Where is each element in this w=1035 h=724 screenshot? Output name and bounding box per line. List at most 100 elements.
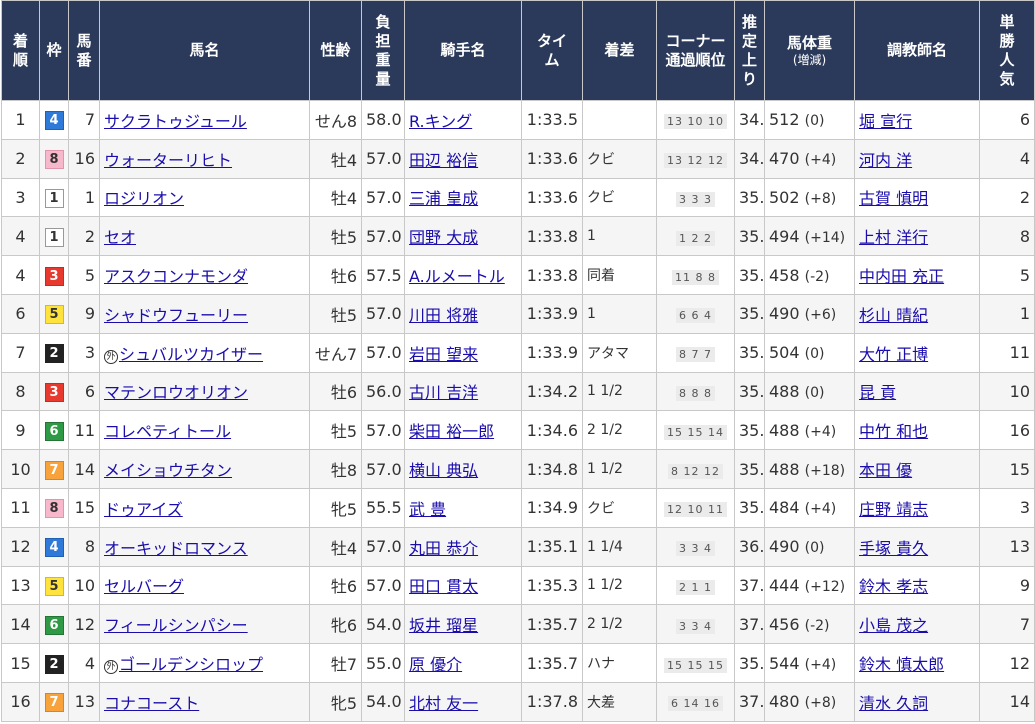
horse-name-link[interactable]: シュバルツカイザー bbox=[119, 345, 263, 364]
header-trainer[interactable]: 調教師名 bbox=[854, 0, 980, 101]
trainer-name-link[interactable]: 堀 宣行 bbox=[859, 112, 912, 131]
trainer-name-link[interactable]: 古賀 慎明 bbox=[859, 189, 928, 208]
jockey-name-link[interactable]: R.キング bbox=[409, 112, 472, 131]
jockey-name-link[interactable]: 古川 吉洋 bbox=[409, 383, 478, 402]
header-umaban[interactable]: 馬番 bbox=[68, 0, 100, 101]
horse-name-link[interactable]: フィールシンパシー bbox=[104, 616, 248, 635]
header-waku[interactable]: 枠 bbox=[39, 0, 69, 101]
horse-cell: セルバーグ bbox=[99, 565, 310, 606]
jockey-cell: 田辺 裕信 bbox=[404, 138, 522, 179]
table-row: 16 7 13 コナコースト 牝5 54.0 北村 友一 1:37.8 大差 6… bbox=[1, 681, 1035, 722]
jockey-name-link[interactable]: 坂井 瑠星 bbox=[409, 616, 478, 635]
corner-cell: 2 1 1 bbox=[656, 565, 735, 606]
jockey-name-link[interactable]: A.ルメートル bbox=[409, 267, 505, 286]
waku-cell: 2 bbox=[39, 643, 69, 683]
bodyweight-change: (0) bbox=[804, 346, 825, 363]
jockey-name-link[interactable]: 団野 大成 bbox=[409, 228, 478, 247]
margin-cell: 大差 bbox=[582, 681, 657, 722]
corner-positions: 15 15 14 bbox=[664, 424, 727, 440]
header-corner[interactable]: コーナー 通過順位 bbox=[656, 0, 735, 101]
table-row: 4 3 5 アスクコンナモンダ 牡6 57.5 A.ルメートル 1:33.8 同… bbox=[1, 255, 1035, 295]
corner-positions: 11 8 8 bbox=[672, 269, 719, 285]
horse-name-link[interactable]: ドゥアイズ bbox=[104, 500, 183, 519]
header-popularity[interactable]: 単勝人気 bbox=[979, 0, 1035, 101]
time-cell: 1:34.6 bbox=[521, 410, 583, 451]
time-cell: 1:35.1 bbox=[521, 526, 583, 567]
last3f-cell: 35.5 bbox=[734, 216, 765, 257]
bodyweight-change: (-2) bbox=[804, 617, 830, 634]
horse-name-link[interactable]: サクラトゥジュール bbox=[104, 112, 247, 131]
horse-name-link[interactable]: ロジリオン bbox=[104, 189, 184, 208]
jockey-name-link[interactable]: 田口 貫太 bbox=[409, 577, 478, 596]
margin-cell: 2 1/2 bbox=[582, 410, 657, 451]
horse-name-link[interactable]: セオ bbox=[104, 228, 136, 247]
jockey-name-link[interactable]: 川田 将雅 bbox=[409, 306, 478, 325]
trainer-name-link[interactable]: 上村 洋行 bbox=[859, 228, 928, 247]
trainer-name-link[interactable]: 河内 洋 bbox=[859, 151, 912, 170]
jockey-name-link[interactable]: 横山 典弘 bbox=[409, 461, 478, 480]
trainer-name-link[interactable]: 清水 久詞 bbox=[859, 694, 928, 713]
bodyweight-cell: 456 (-2) bbox=[764, 604, 855, 645]
trainer-name-link[interactable]: 杉山 晴紀 bbox=[859, 306, 928, 325]
time-cell: 1:35.3 bbox=[521, 565, 583, 606]
sexage-cell: せん7 bbox=[309, 332, 362, 373]
jockey-name-link[interactable]: 北村 友一 bbox=[409, 694, 478, 713]
jockey-name-link[interactable]: 柴田 裕一郎 bbox=[409, 422, 494, 441]
header-rank[interactable]: 着順 bbox=[1, 0, 40, 101]
trainer-name-link[interactable]: 大竹 正博 bbox=[859, 345, 928, 364]
header-margin[interactable]: 着差 bbox=[582, 0, 657, 101]
waku-badge: 1 bbox=[44, 227, 64, 247]
horse-name-link[interactable]: ゴールデンシロップ bbox=[119, 655, 263, 674]
jockey-cell: 田口 貫太 bbox=[404, 565, 522, 606]
header-horse[interactable]: 馬名 bbox=[99, 0, 310, 101]
bodyweight-change: (+4) bbox=[804, 501, 837, 518]
horse-name-link[interactable]: ウォーターリヒト bbox=[104, 151, 232, 170]
trainer-name-link[interactable]: 中竹 和也 bbox=[859, 422, 928, 441]
bodyweight-cell: 484 (+4) bbox=[764, 487, 855, 528]
horse-cell: マテンロウオリオン bbox=[99, 371, 310, 412]
jockey-cell: 岩田 望来 bbox=[404, 332, 522, 373]
header-last3f[interactable]: 推定上り bbox=[734, 0, 765, 101]
horse-name-link[interactable]: メイショウチタン bbox=[104, 461, 232, 480]
horse-name-link[interactable]: マテンロウオリオン bbox=[104, 383, 248, 402]
trainer-cell: 手塚 貴久 bbox=[854, 526, 980, 567]
jockey-cell: 坂井 瑠星 bbox=[404, 604, 522, 645]
bodyweight-change: (-2) bbox=[804, 268, 830, 285]
trainer-name-link[interactable]: 本田 優 bbox=[859, 461, 912, 480]
jockey-name-link[interactable]: 原 優介 bbox=[409, 655, 462, 674]
horse-name-link[interactable]: シャドウフューリー bbox=[104, 306, 248, 325]
trainer-cell: 昆 貢 bbox=[854, 371, 980, 412]
horse-name-link[interactable]: コナコースト bbox=[104, 694, 199, 713]
trainer-name-link[interactable]: 鈴木 孝志 bbox=[859, 577, 928, 596]
header-sexage[interactable]: 性齢 bbox=[309, 0, 362, 101]
header-jockey[interactable]: 騎手名 bbox=[404, 0, 522, 101]
trainer-name-link[interactable]: 手塚 貴久 bbox=[859, 539, 928, 558]
jockey-name-link[interactable]: 丸田 恭介 bbox=[409, 539, 478, 558]
trainer-name-link[interactable]: 鈴木 慎太郎 bbox=[859, 655, 944, 674]
horse-name-link[interactable]: アスクコンナモンダ bbox=[104, 267, 248, 286]
popularity-cell: 13 bbox=[979, 526, 1035, 567]
header-time[interactable]: タイム bbox=[521, 0, 583, 101]
horse-name-link[interactable]: オーキッドロマンス bbox=[104, 539, 248, 558]
horse-name-link[interactable]: コレペティトール bbox=[104, 422, 231, 441]
jockey-name-link[interactable]: 田辺 裕信 bbox=[409, 151, 478, 170]
corner-cell: 11 8 8 bbox=[656, 255, 735, 295]
time-cell: 1:33.9 bbox=[521, 332, 583, 373]
trainer-name-link[interactable]: 小島 茂之 bbox=[859, 616, 928, 635]
waku-badge: 6 bbox=[44, 421, 64, 441]
time-cell: 1:34.8 bbox=[521, 449, 583, 489]
horse-name-link[interactable]: セルバーグ bbox=[104, 577, 184, 596]
jockey-cell: 川田 将雅 bbox=[404, 293, 522, 334]
jockey-name-link[interactable]: 三浦 皇成 bbox=[409, 189, 478, 208]
trainer-name-link[interactable]: 昆 貢 bbox=[859, 383, 896, 402]
header-weight[interactable]: 負担重量 bbox=[361, 0, 405, 101]
jockey-name-link[interactable]: 武 豊 bbox=[409, 500, 446, 519]
corner-cell: 8 7 7 bbox=[656, 332, 735, 373]
bodyweight-value: 444 bbox=[769, 575, 800, 595]
sexage-cell: 牡6 bbox=[309, 255, 362, 295]
header-bodyweight[interactable]: 馬体重 (増減) bbox=[764, 0, 855, 101]
time-cell: 1:33.6 bbox=[521, 138, 583, 179]
trainer-name-link[interactable]: 中内田 充正 bbox=[859, 267, 944, 286]
trainer-name-link[interactable]: 庄野 靖志 bbox=[859, 500, 928, 519]
jockey-name-link[interactable]: 岩田 望来 bbox=[409, 345, 478, 364]
